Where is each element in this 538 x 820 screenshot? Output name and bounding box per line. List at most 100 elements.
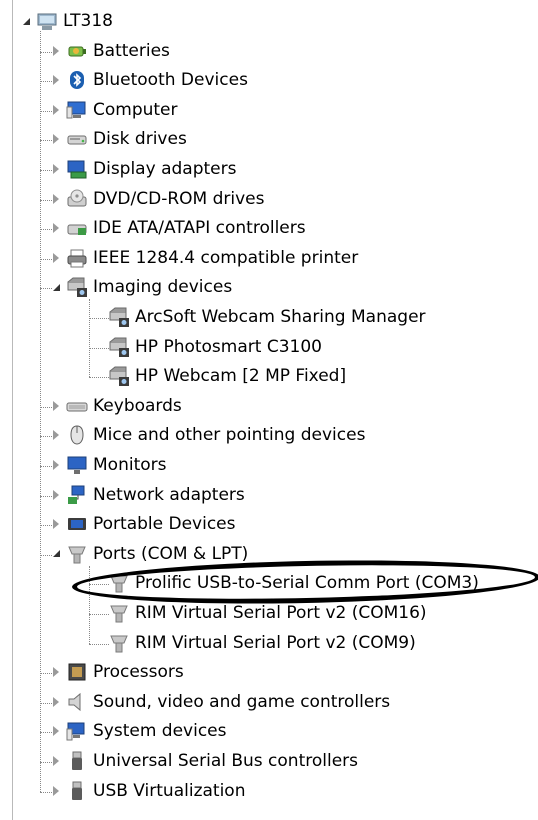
expand-arrow-icon[interactable] xyxy=(50,489,62,501)
expand-arrow-icon[interactable] xyxy=(50,400,62,412)
tree-node-label: Keyboards xyxy=(93,395,182,416)
network-icon xyxy=(66,484,88,506)
tree-node-bluetooth-devices[interactable]: Bluetooth Devices xyxy=(50,66,248,94)
collapse-arrow-icon[interactable] xyxy=(50,281,62,293)
tree-connector-line xyxy=(89,614,109,615)
printer-icon xyxy=(66,247,88,269)
camera-icon xyxy=(66,276,88,298)
expand-arrow-icon[interactable] xyxy=(50,193,62,205)
speaker-icon xyxy=(66,691,88,713)
disk-drive-icon xyxy=(66,128,88,150)
tree-node-display-adapters[interactable]: Display adapters xyxy=(50,155,236,183)
collapsed-triangle-icon xyxy=(53,756,59,766)
expand-arrow-icon[interactable] xyxy=(50,785,62,797)
tree-node-keyboards[interactable]: Keyboards xyxy=(50,392,182,420)
tree-connector-line xyxy=(40,30,41,792)
tree-node-batteries[interactable]: Batteries xyxy=(50,37,170,65)
tree-node-label: System devices xyxy=(93,721,227,742)
tree-node-label: Mice and other pointing devices xyxy=(93,425,366,446)
collapsed-triangle-icon xyxy=(53,164,59,174)
camera-icon xyxy=(108,365,130,387)
tree-node-label: Imaging devices xyxy=(93,277,233,298)
tree-node-ieee-1284-4-compatible-printer[interactable]: IEEE 1284.4 compatible printer xyxy=(50,244,358,272)
tree-node-label: Bluetooth Devices xyxy=(93,70,248,91)
port-icon xyxy=(108,602,130,624)
tree-node-label: IEEE 1284.4 compatible printer xyxy=(93,247,359,268)
camera-icon xyxy=(108,306,130,328)
tree-node-sound-video-and-game-controllers[interactable]: Sound, video and game controllers xyxy=(50,688,390,716)
display-adapter-icon xyxy=(66,158,88,180)
tree-node-ports-com-lpt[interactable]: Ports (COM & LPT) xyxy=(50,540,248,568)
tree-node-hp-photosmart-c3100[interactable]: HP Photosmart C3100 xyxy=(108,333,322,361)
expand-arrow-icon[interactable] xyxy=(50,696,62,708)
expand-arrow-icon[interactable] xyxy=(50,518,62,530)
tree-node-label: Network adapters xyxy=(93,484,245,505)
collapse-arrow-icon[interactable] xyxy=(20,15,32,27)
expand-arrow-icon[interactable] xyxy=(50,222,62,234)
battery-icon xyxy=(66,40,88,62)
expand-arrow-icon[interactable] xyxy=(50,666,62,678)
usb-icon xyxy=(66,780,88,802)
expand-arrow-icon[interactable] xyxy=(50,755,62,767)
bluetooth-icon xyxy=(66,69,88,91)
expand-arrow-icon[interactable] xyxy=(50,45,62,57)
expand-arrow-icon[interactable] xyxy=(50,74,62,86)
tree-node-usb-virtualization[interactable]: USB Virtualization xyxy=(50,777,245,805)
tree-connector-line xyxy=(89,318,109,319)
camera-icon xyxy=(108,336,130,358)
tree-connector-line xyxy=(89,299,90,378)
tree-node-processors[interactable]: Processors xyxy=(50,658,184,686)
expand-arrow-icon[interactable] xyxy=(50,429,62,441)
collapsed-triangle-icon xyxy=(53,519,59,530)
expand-arrow-icon[interactable] xyxy=(50,459,62,471)
tree-node-label: Universal Serial Bus controllers xyxy=(93,751,359,771)
collapsed-triangle-icon xyxy=(53,460,59,470)
tree-node-label: ArcSoft Webcam Sharing Manager xyxy=(135,307,426,327)
expand-arrow-icon[interactable] xyxy=(50,163,62,175)
tree-node-universal-serial-bus-controllers[interactable]: Universal Serial Bus controllers xyxy=(50,747,358,775)
collapsed-triangle-icon xyxy=(53,223,59,234)
tree-connector-line xyxy=(89,565,90,644)
tree-node-network-adapters[interactable]: Network adapters xyxy=(50,481,245,509)
tree-node-arcsoft-webcam-sharing-manager[interactable]: ArcSoft Webcam Sharing Manager xyxy=(108,303,426,331)
device-tree: LT318 Batteries Bluetooth Devices Computer D… xyxy=(0,0,538,820)
collapsed-triangle-icon xyxy=(53,430,59,441)
tree-node-imaging-devices[interactable]: Imaging devices xyxy=(50,273,232,301)
tree-node-hp-webcam-2-mp-fixed[interactable]: HP Webcam [2 MP Fixed] xyxy=(108,362,346,390)
tree-connector-line xyxy=(89,584,109,586)
tree-connector-line xyxy=(89,377,109,379)
tree-node-rim-virtual-serial-port-v2-com16[interactable]: RIM Virtual Serial Port v2 (COM16) xyxy=(108,599,427,627)
tree-node-disk-drives[interactable]: Disk drives xyxy=(50,125,187,153)
expand-arrow-icon[interactable] xyxy=(50,252,62,264)
mouse-icon xyxy=(66,424,88,446)
expand-arrow-icon[interactable] xyxy=(50,725,62,737)
tree-node-label: Display adapters xyxy=(93,159,237,179)
tree-node-label: HP Webcam [2 MP Fixed] xyxy=(135,366,347,387)
collapsed-triangle-icon xyxy=(53,400,59,411)
computer-monitor-icon xyxy=(66,99,88,121)
collapsed-triangle-icon xyxy=(53,489,59,500)
tree-node-mice-and-other-pointing-devices[interactable]: Mice and other pointing devices xyxy=(50,421,365,449)
tree-node-computer[interactable]: Computer xyxy=(50,96,178,124)
expand-arrow-icon[interactable] xyxy=(50,104,62,116)
tree-node-label: Batteries xyxy=(93,40,170,61)
collapsed-triangle-icon xyxy=(53,193,59,204)
dvd-drive-icon xyxy=(66,188,88,210)
tree-node-root[interactable]: LT318 xyxy=(20,7,113,35)
expand-arrow-icon[interactable] xyxy=(50,133,62,145)
port-icon xyxy=(108,572,130,594)
tree-node-portable-devices[interactable]: Portable Devices xyxy=(50,510,236,538)
tree-node-label: LT318 xyxy=(63,11,113,31)
tree-node-dvd-cd-rom-drives[interactable]: DVD/CD-ROM drives xyxy=(50,185,264,213)
port-icon xyxy=(66,543,88,565)
usb-icon xyxy=(66,750,88,772)
portable-device-icon xyxy=(66,513,88,535)
tree-node-monitors[interactable]: Monitors xyxy=(50,451,166,479)
collapsed-triangle-icon xyxy=(53,785,59,796)
tree-node-ide-ata-atapi-controllers[interactable]: IDE ATA/ATAPI controllers xyxy=(50,214,306,242)
tree-node-prolific-usb-to-serial-comm-port-com3[interactable]: Prolific USB-to-Serial Comm Port (COM3) xyxy=(108,569,479,597)
expanded-triangle-icon xyxy=(22,17,30,25)
collapse-arrow-icon[interactable] xyxy=(50,548,62,560)
tree-node-system-devices[interactable]: System devices xyxy=(50,717,227,745)
tree-node-rim-virtual-serial-port-v2-com9[interactable]: RIM Virtual Serial Port v2 (COM9) xyxy=(108,629,416,657)
